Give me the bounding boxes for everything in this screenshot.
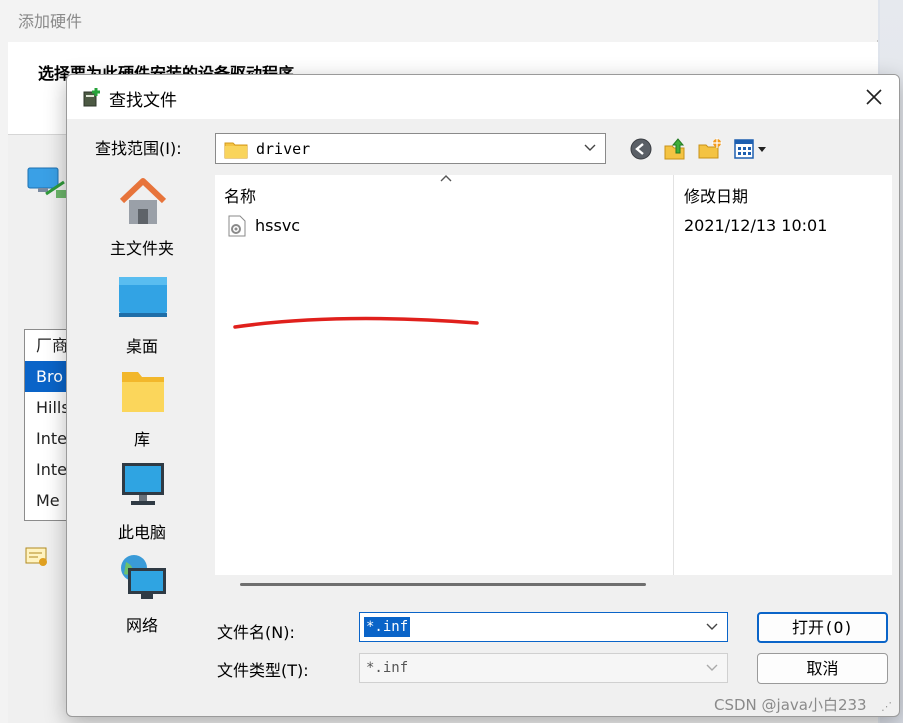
- chevron-down-icon: [583, 140, 597, 158]
- hardware-icon: [27, 167, 66, 198]
- file-name: hssvc: [255, 216, 301, 235]
- find-file-dialog: 查找文件 查找范围(I): driver 主文件夹 桌面 库 此电脑 网络 名称…: [66, 74, 900, 717]
- file-name-label: 文件名(N):: [217, 623, 295, 642]
- place-label: 桌面: [125, 337, 158, 356]
- desktop-icon: [119, 277, 167, 317]
- view-menu-icon: [734, 139, 766, 159]
- file-name-value: *.inf: [364, 617, 411, 637]
- up-folder-button[interactable]: [662, 137, 688, 161]
- open-button[interactable]: 打开(O): [757, 612, 888, 643]
- chevron-down-icon: [705, 660, 719, 678]
- new-folder-button[interactable]: [697, 137, 723, 161]
- file-name-input[interactable]: *.inf: [359, 612, 728, 642]
- place-label: 库: [133, 430, 150, 449]
- file-type-value: *.inf: [366, 660, 409, 676]
- place-label: 主文件夹: [109, 239, 174, 258]
- column-header-date[interactable]: 修改日期: [684, 183, 748, 207]
- back-button[interactable]: [628, 137, 654, 161]
- place-label: 此电脑: [117, 523, 166, 542]
- file-modified-date: 2021/12/13 10:01: [684, 216, 828, 235]
- folder-icon: [224, 142, 248, 159]
- certificate-icon: [25, 547, 47, 566]
- column-header-name[interactable]: 名称: [224, 183, 256, 207]
- look-in-combobox[interactable]: driver: [215, 133, 606, 164]
- place-network[interactable]: 网络: [72, 554, 212, 644]
- new-folder-icon: [698, 138, 722, 159]
- watermark: CSDN @java小白233: [714, 696, 867, 714]
- view-menu-button[interactable]: [733, 137, 773, 161]
- dialog-titlebar: 查找文件: [67, 75, 899, 119]
- file-type-label: 文件类型(T):: [217, 661, 309, 680]
- network-icon: [121, 555, 166, 599]
- look-in-value: driver: [256, 140, 311, 158]
- place-label: 网络: [125, 616, 158, 635]
- places-bar: 主文件夹 桌面 库 此电脑 网络: [72, 175, 212, 713]
- place-desktop[interactable]: 桌面: [72, 275, 212, 365]
- computer-icon: [122, 463, 164, 505]
- add-hardware-titlebar: 添加硬件: [0, 0, 878, 40]
- red-underline-annotation: [233, 316, 479, 329]
- place-this-pc[interactable]: 此电脑: [72, 461, 212, 551]
- library-folder-icon: [122, 372, 164, 412]
- file-row[interactable]: hssvc 2021/12/13 10:01: [215, 211, 892, 241]
- up-folder-icon: [664, 138, 685, 160]
- cancel-button[interactable]: 取消: [757, 653, 888, 684]
- look-in-label: 查找范围(I):: [95, 139, 182, 158]
- file-list-view[interactable]: 名称 修改日期 hssvc 2021/12/13 10:01: [215, 175, 892, 575]
- file-type-select[interactable]: *.inf: [359, 653, 728, 683]
- dialog-title: 查找文件: [109, 91, 177, 111]
- chevron-down-icon[interactable]: [705, 619, 719, 637]
- home-icon: [119, 178, 167, 224]
- sort-ascending-icon: [439, 171, 453, 187]
- resize-grip-icon[interactable]: ⋰: [881, 700, 892, 713]
- add-hardware-title: 添加硬件: [18, 12, 83, 31]
- find-file-icon: [83, 88, 100, 107]
- close-button[interactable]: [857, 81, 891, 113]
- setup-file-icon: [228, 215, 246, 237]
- close-icon: [866, 89, 882, 105]
- back-arrow-icon: [630, 138, 652, 160]
- horizontal-scrollbar[interactable]: [240, 583, 646, 586]
- place-library[interactable]: 库: [72, 368, 212, 458]
- place-home[interactable]: 主文件夹: [72, 177, 212, 267]
